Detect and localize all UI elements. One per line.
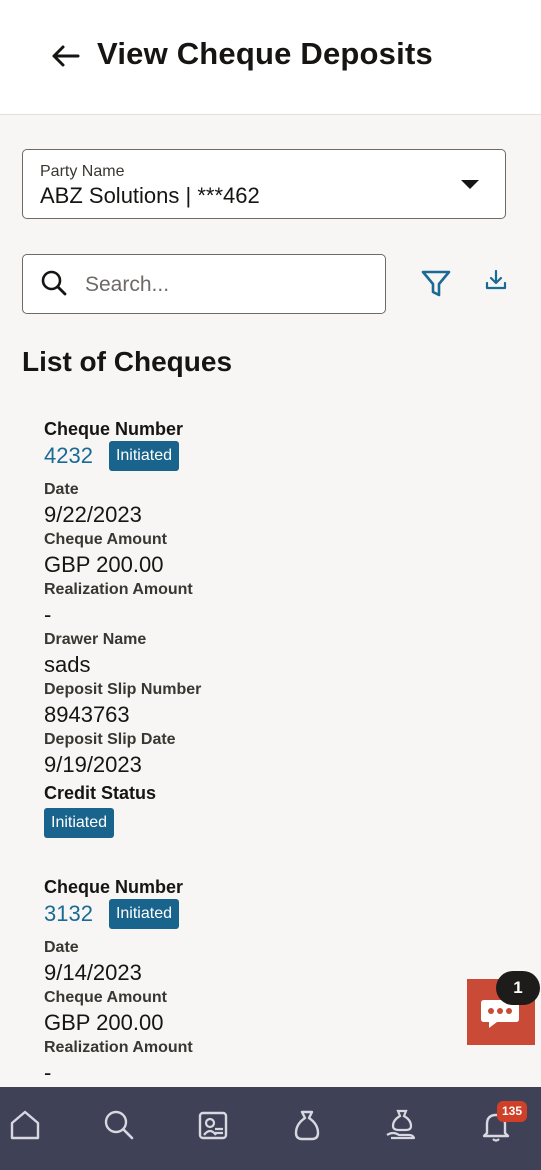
deposit-slip-date-label: Deposit Slip Date: [44, 731, 176, 748]
date-label: Date: [44, 939, 79, 956]
cheque-amount-label: Cheque Amount: [44, 989, 167, 1006]
notification-count-badge: 135: [497, 1101, 527, 1122]
portfolio-icon[interactable]: [193, 1105, 233, 1145]
list-title: List of Cheques: [22, 346, 233, 377]
search-icon: [40, 269, 68, 302]
credit-status-label: Credit Status: [44, 783, 157, 803]
cheque-number-label: Cheque Number: [44, 877, 184, 897]
realization-amount-value: -: [44, 1060, 52, 1085]
cheque-number-label: Cheque Number: [44, 419, 184, 439]
realization-amount-label: Realization Amount: [44, 1039, 193, 1056]
cheque-number-link[interactable]: 4232: [44, 443, 93, 469]
cheque-amount-label: Cheque Amount: [44, 531, 167, 548]
deposit-slip-number-label: Deposit Slip Number: [44, 681, 202, 698]
money-bag-icon[interactable]: [287, 1105, 327, 1145]
status-badge: Initiated: [108, 441, 179, 471]
date-value: 9/22/2023: [44, 502, 142, 527]
download-icon[interactable]: [484, 268, 508, 297]
cheque-amount-value: GBP 200.00: [44, 552, 164, 577]
chat-count-badge: 1: [496, 971, 540, 1005]
back-arrow-icon[interactable]: [48, 38, 84, 74]
hand-coin-icon[interactable]: [381, 1105, 421, 1145]
filter-icon[interactable]: [420, 269, 452, 304]
date-label: Date: [44, 481, 79, 498]
deposit-slip-date-value: 9/19/2023: [44, 752, 142, 777]
cheque-card: Cheque Number 4232 Initiated Date 9/22/2…: [44, 418, 504, 838]
home-icon[interactable]: [5, 1105, 45, 1145]
app-header: View Cheque Deposits: [0, 0, 541, 115]
party-name-label: Party Name: [40, 163, 125, 180]
search-input[interactable]: [83, 265, 377, 305]
search-icon[interactable]: [99, 1105, 139, 1145]
drawer-name-value: sads: [44, 652, 91, 677]
party-name-dropdown[interactable]: Party Name ABZ Solutions | ***462: [22, 149, 506, 219]
search-box: [22, 254, 386, 314]
realization-amount-value: -: [44, 602, 52, 627]
drawer-name-label: Drawer Name: [44, 631, 147, 648]
cheque-amount-value: GBP 200.00: [44, 1010, 164, 1035]
credit-status-badge: Initiated: [44, 808, 115, 838]
party-name-value: ABZ Solutions | ***462: [40, 183, 260, 208]
deposit-slip-number-value: 8943763: [44, 702, 130, 727]
status-badge: Initiated: [108, 899, 179, 929]
date-value: 9/14/2023: [44, 960, 142, 985]
realization-amount-label: Realization Amount: [44, 581, 193, 598]
page-title: View Cheque Deposits: [97, 36, 433, 71]
bottom-nav: [0, 1087, 541, 1170]
cheque-number-link[interactable]: 3132: [44, 901, 93, 927]
caret-down-icon: [461, 180, 479, 189]
cheque-card: Cheque Number 3132 Initiated Date 9/14/2…: [44, 876, 504, 1088]
